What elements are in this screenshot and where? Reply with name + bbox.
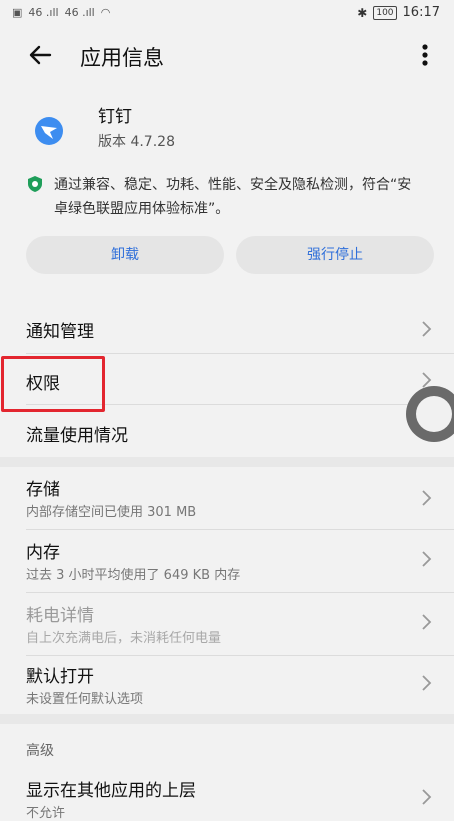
chevron-right-icon — [422, 321, 432, 337]
green-alliance-notice: 通过兼容、稳定、功耗、性能、安全及隐私检测，符合“安卓绿色联盟应用体验标准”。 — [54, 177, 412, 217]
row-storage-label: 存储 — [26, 480, 60, 500]
chevron-right-icon — [422, 490, 432, 506]
chevron-right-icon — [422, 551, 432, 567]
row-battery-usage-detail: 自上次充满电后，未消耗任何电量 — [26, 631, 222, 646]
signal-2: 46 .ıll — [64, 6, 95, 19]
row-memory-detail: 过去 3 小时平均使用了 649 KB 内存 — [26, 568, 241, 583]
force-stop-button[interactable]: 强行停止 — [236, 236, 434, 274]
app-name: 钉钉 — [98, 107, 132, 127]
row-battery-usage[interactable]: 耗电详情 自上次充满电后，未消耗任何电量 — [0, 593, 454, 655]
row-data-usage[interactable]: 流量使用情况 — [0, 405, 454, 457]
wifi-icon: ◠ — [100, 6, 111, 19]
row-notifications-label: 通知管理 — [26, 322, 94, 342]
status-right: ✱ 100 16:17 — [357, 5, 440, 20]
chevron-right-icon — [422, 675, 432, 691]
green-shield-icon — [28, 176, 42, 192]
chevron-right-icon — [422, 789, 432, 805]
section-separator — [0, 714, 454, 724]
row-open-by-default-label: 默认打开 — [26, 667, 94, 687]
sim-icon: ▣ — [12, 6, 23, 19]
row-memory-label: 内存 — [26, 543, 60, 563]
section-separator — [0, 457, 454, 467]
more-options-icon[interactable] — [410, 38, 440, 72]
row-memory[interactable]: 内存 过去 3 小时平均使用了 649 KB 内存 — [0, 530, 454, 592]
advanced-section-header: 高级 — [26, 743, 54, 759]
row-display-over-other-apps[interactable]: 显示在其他应用的上层 不允许 — [0, 770, 454, 821]
signal-1: 46 .ıll — [28, 6, 59, 19]
bluetooth-icon: ✱ — [357, 5, 368, 20]
row-notifications[interactable]: 通知管理 — [0, 300, 454, 356]
row-data-usage-label: 流量使用情况 — [26, 426, 128, 446]
floating-ball-inner — [416, 396, 452, 432]
page-title: 应用信息 — [80, 46, 164, 70]
row-display-over-other-apps-detail: 不允许 — [26, 806, 66, 821]
row-battery-usage-label: 耗电详情 — [26, 606, 94, 626]
row-open-by-default-detail: 未设置任何默认选项 — [26, 692, 144, 707]
row-display-over-other-apps-label: 显示在其他应用的上层 — [26, 781, 196, 801]
chevron-right-icon — [422, 614, 432, 630]
row-open-by-default[interactable]: 默认打开 未设置任何默认选项 — [0, 656, 454, 714]
clock: 16:17 — [402, 5, 440, 20]
red-highlight-box — [1, 356, 105, 412]
top-app-bar: 应用信息 — [0, 28, 454, 82]
battery-indicator: 100 — [373, 5, 397, 20]
floating-assistive-ball[interactable] — [406, 386, 454, 442]
dingtalk-app-icon — [35, 117, 63, 145]
uninstall-button[interactable]: 卸载 — [26, 236, 224, 274]
row-storage[interactable]: 存储 内部存储空间已使用 301 MB — [0, 467, 454, 529]
app-version: 版本 4.7.28 — [98, 134, 175, 150]
status-left: ▣ 46 .ıll 46 .ıll ◠ — [12, 6, 110, 19]
back-arrow-icon[interactable] — [24, 38, 58, 72]
status-bar: ▣ 46 .ıll 46 .ıll ◠ ✱ 100 16:17 — [0, 0, 454, 28]
row-storage-detail: 内部存储空间已使用 301 MB — [26, 505, 197, 520]
